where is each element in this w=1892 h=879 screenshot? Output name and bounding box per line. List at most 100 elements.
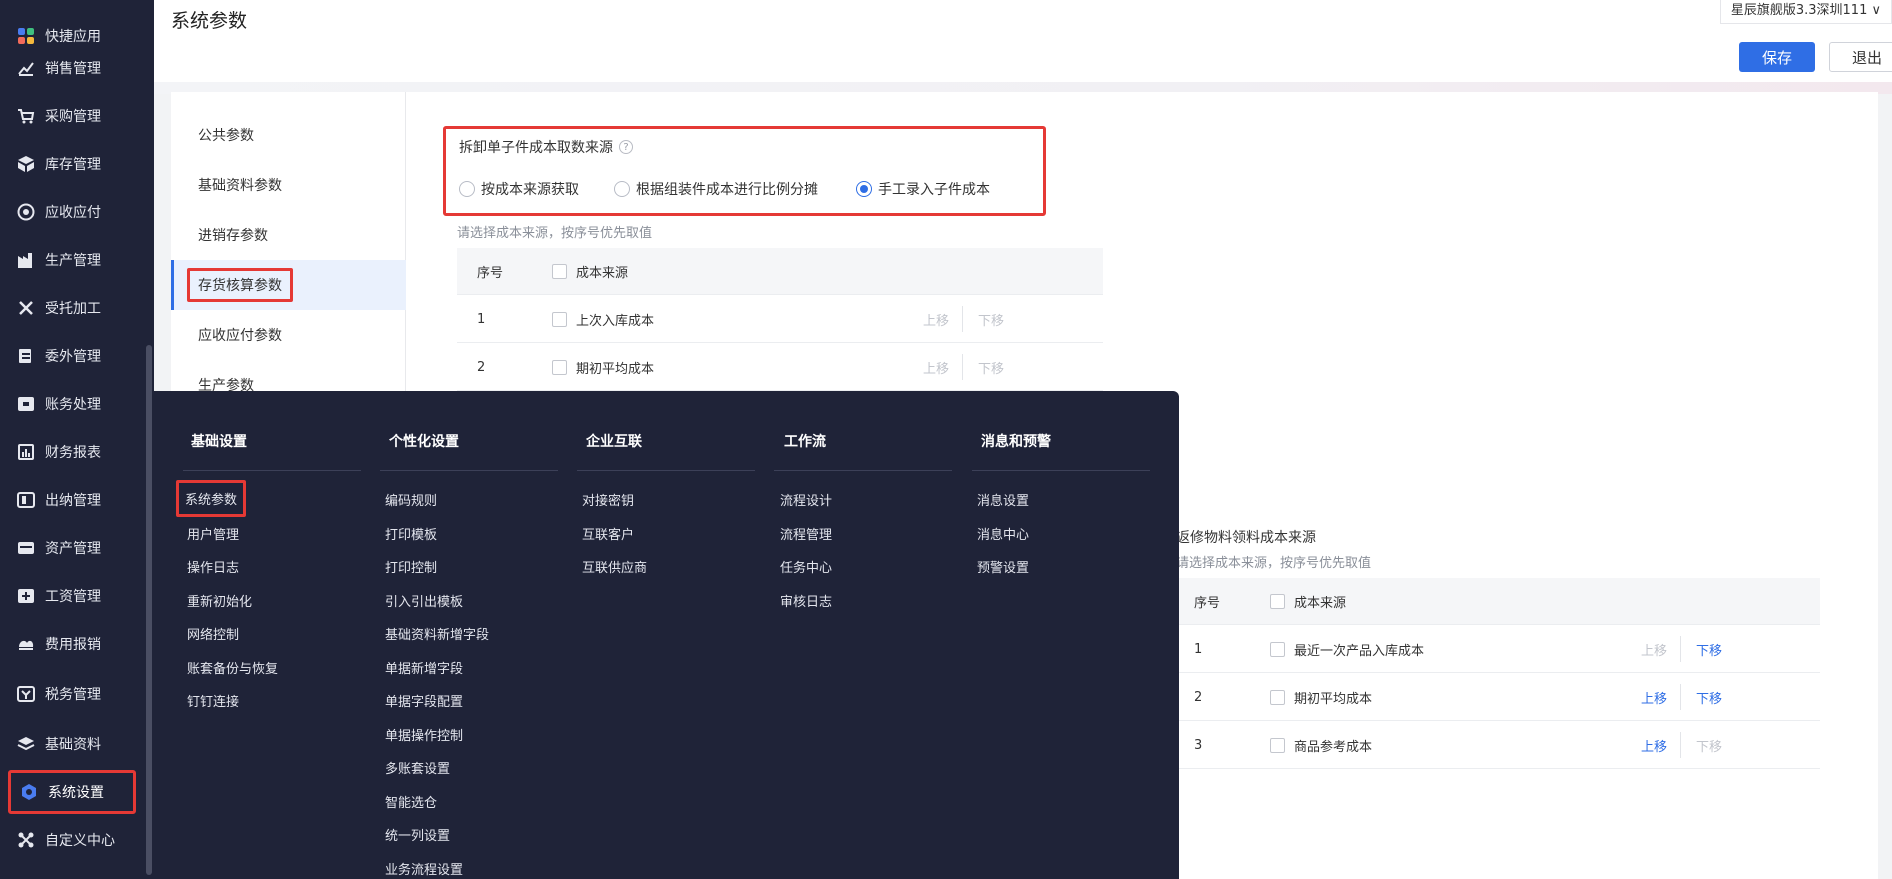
layers-icon — [16, 734, 36, 754]
menu-link-import-export-template[interactable]: 引入引出模板 — [385, 591, 463, 610]
move-up-button[interactable]: 上移 — [1641, 736, 1667, 755]
header-source: 成本来源 — [1270, 592, 1346, 611]
menu-link-api-key[interactable]: 对接密钥 — [582, 490, 634, 509]
menu-link-system-params[interactable]: 系统参数 — [176, 480, 247, 517]
sidebar-scrollbar[interactable] — [146, 345, 152, 875]
menu-link-document-operation-control[interactable]: 单据操作控制 — [385, 725, 463, 744]
sidebar-item-sales[interactable]: 销售管理 — [0, 46, 154, 90]
radio-by-cost-source[interactable]: 按成本来源获取 — [459, 179, 579, 199]
sidebar-item-system-settings[interactable]: 系统设置 — [8, 770, 136, 814]
sidebar-item-label: 资产管理 — [45, 541, 101, 557]
menu-link-linked-customers[interactable]: 互联客户 — [582, 524, 634, 543]
menu-link-message-center[interactable]: 消息中心 — [977, 524, 1029, 543]
menu-link-document-fields[interactable]: 单据新增字段 — [385, 658, 463, 677]
receivable-icon — [16, 202, 36, 222]
select-all-checkbox[interactable] — [552, 263, 567, 279]
sidebar-item-accounting[interactable]: 账务处理 — [0, 382, 154, 426]
menu-link-audit-log[interactable]: 审核日志 — [780, 591, 832, 610]
move-up-button[interactable]: 上移 — [923, 358, 949, 377]
menu-item-psi-params[interactable]: 进销存参数 — [171, 210, 406, 260]
menu-link-network-control[interactable]: 网络控制 — [187, 624, 239, 643]
menu-group-title-basic: 基础设置 — [191, 434, 247, 450]
radio-button-selected[interactable] — [856, 181, 872, 197]
menu-link-user-management[interactable]: 用户管理 — [187, 524, 239, 543]
save-button[interactable]: 保存 — [1739, 42, 1815, 72]
radio-button[interactable] — [459, 181, 475, 197]
menu-link-flow-design[interactable]: 流程设计 — [780, 490, 832, 509]
menu-link-business-flow[interactable]: 业务流程设置 — [385, 859, 463, 878]
menu-link-coding-rules[interactable]: 编码规则 — [385, 490, 437, 509]
menu-link-alert-settings[interactable]: 预警设置 — [977, 557, 1029, 576]
sidebar-item-outsourcing[interactable]: 委外管理 — [0, 334, 154, 378]
menu-link-linked-suppliers[interactable]: 互联供应商 — [582, 557, 647, 576]
move-down-button[interactable]: 下移 — [1696, 736, 1722, 755]
sidebar-item-base-data[interactable]: 基础资料 — [0, 722, 154, 766]
sidebar-item-production[interactable]: 生产管理 — [0, 238, 154, 282]
expense-icon — [16, 634, 36, 654]
inventory-box-icon — [16, 154, 36, 174]
table2-title: 返修物料领料成本来源 — [1176, 530, 1316, 546]
table2-hint: 请选择成本来源，按序号优先取值 — [1176, 556, 1372, 571]
move-up-button[interactable]: 上移 — [1641, 688, 1667, 707]
sidebar-item-expense[interactable]: 费用报销 — [0, 622, 154, 666]
table-header-row: 序号 成本来源 — [457, 248, 1103, 295]
tools-icon — [16, 298, 36, 318]
row-checkbox[interactable] — [1270, 641, 1285, 657]
exit-button[interactable]: 退出 — [1829, 42, 1892, 72]
sidebar-item-processing[interactable]: 受托加工 — [0, 286, 154, 330]
menu-link-multi-account[interactable]: 多账套设置 — [385, 758, 450, 777]
sidebar-item-tax[interactable]: 税务管理 — [0, 672, 154, 716]
sidebar-item-assets[interactable]: 资产管理 — [0, 526, 154, 570]
menu-item-public-params[interactable]: 公共参数 — [171, 110, 406, 160]
menu-link-unified-columns[interactable]: 统一列设置 — [385, 825, 450, 844]
sidebar-item-inventory[interactable]: 库存管理 — [0, 142, 154, 186]
menu-link-backup-restore[interactable]: 账套备份与恢复 — [187, 658, 278, 677]
settings-hex-icon — [19, 782, 39, 802]
sidebar-item-purchase[interactable]: 采购管理 — [0, 94, 154, 138]
menu-link-flow-management[interactable]: 流程管理 — [780, 524, 832, 543]
custom-center-icon — [16, 830, 36, 850]
report-icon — [16, 442, 36, 462]
divider — [962, 354, 963, 380]
menu-link-message-settings[interactable]: 消息设置 — [977, 490, 1029, 509]
sidebar-item-payroll[interactable]: 工资管理 — [0, 574, 154, 618]
move-up-button[interactable]: 上移 — [1641, 640, 1667, 659]
radio-button[interactable] — [614, 181, 630, 197]
header-source: 成本来源 — [552, 262, 628, 281]
menu-group-title-enterprise-link: 企业互联 — [586, 434, 642, 450]
menu-item-receivable-params[interactable]: 应收应付参数 — [171, 310, 406, 360]
menu-item-inventory-costing-params[interactable]: 存货核算参数 — [171, 260, 406, 310]
row-checkbox[interactable] — [552, 359, 567, 375]
menu-link-task-center[interactable]: 任务中心 — [780, 557, 832, 576]
menu-link-document-field-config[interactable]: 单据字段配置 — [385, 691, 463, 710]
menu-link-reinitialize[interactable]: 重新初始化 — [187, 591, 252, 610]
outsourcing-icon — [16, 346, 36, 366]
menu-link-base-data-fields[interactable]: 基础资料新增字段 — [385, 624, 489, 643]
row-checkbox[interactable] — [1270, 689, 1285, 705]
move-down-button[interactable]: 下移 — [978, 358, 1004, 377]
move-down-button[interactable]: 下移 — [1696, 640, 1722, 659]
sidebar-item-custom-center[interactable]: 自定义中心 — [0, 818, 154, 862]
menu-item-base-data-params[interactable]: 基础资料参数 — [171, 160, 406, 210]
account-selector[interactable]: 星辰旗舰版3.3深圳111 ∨ — [1719, 0, 1892, 24]
radio-proportional-allocation[interactable]: 根据组装件成本进行比例分摊 — [614, 179, 818, 199]
radio-manual-entry[interactable]: 手工录入子件成本 — [856, 179, 990, 199]
payroll-icon — [16, 586, 36, 606]
menu-link-print-template[interactable]: 打印模板 — [385, 524, 437, 543]
row-checkbox[interactable] — [1270, 737, 1285, 753]
select-all-checkbox[interactable] — [1270, 593, 1285, 609]
move-down-button[interactable]: 下移 — [1696, 688, 1722, 707]
table-row: 3 商品参考成本 上移 下移 — [1176, 722, 1820, 769]
move-up-button[interactable]: 上移 — [923, 310, 949, 329]
menu-link-smart-warehouse[interactable]: 智能选仓 — [385, 792, 437, 811]
menu-link-operation-log[interactable]: 操作日志 — [187, 557, 239, 576]
sidebar-item-receivable[interactable]: 应收应付 — [0, 190, 154, 234]
sidebar-item-cashier[interactable]: 出纳管理 — [0, 478, 154, 522]
row-checkbox[interactable] — [552, 311, 567, 327]
header-seq: 序号 — [477, 265, 504, 281]
menu-link-dingtalk[interactable]: 钉钉连接 — [187, 691, 239, 710]
help-question-icon[interactable]: ? — [619, 140, 633, 154]
menu-link-print-control[interactable]: 打印控制 — [385, 557, 437, 576]
move-down-button[interactable]: 下移 — [978, 310, 1004, 329]
sidebar-item-financial-reports[interactable]: 财务报表 — [0, 430, 154, 474]
